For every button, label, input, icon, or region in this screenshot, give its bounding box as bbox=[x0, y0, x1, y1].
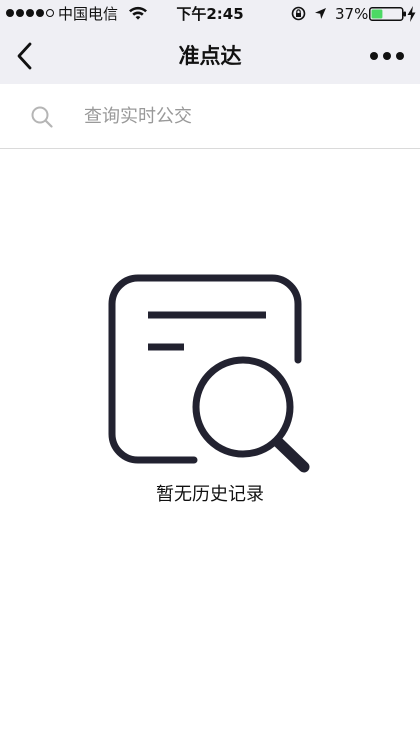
battery-icon bbox=[369, 7, 406, 21]
search-placeholder: 查询实时公交 bbox=[84, 106, 192, 127]
app-screen: 中国电信 下午2:45 37% 准点达 查询实时公交 暂无历史记录 bbox=[0, 0, 420, 746]
page-title: 准点达 bbox=[178, 44, 242, 68]
navigation-bar: 准点达 bbox=[0, 28, 420, 84]
history-search-icon bbox=[108, 274, 310, 473]
search-bar[interactable]: 查询实时公交 bbox=[0, 84, 420, 149]
battery-percent: 37% bbox=[335, 5, 369, 23]
rotation-lock-icon bbox=[291, 6, 306, 21]
more-dots-icon bbox=[370, 52, 378, 60]
search-icon bbox=[31, 106, 53, 128]
more-button[interactable] bbox=[368, 41, 408, 71]
battery-level-fill bbox=[371, 9, 383, 19]
status-bar: 中国电信 下午2:45 37% bbox=[0, 0, 420, 28]
empty-state-message: 暂无历史记录 bbox=[156, 484, 264, 505]
charging-bolt-icon bbox=[407, 6, 416, 22]
location-arrow-icon bbox=[315, 8, 326, 19]
